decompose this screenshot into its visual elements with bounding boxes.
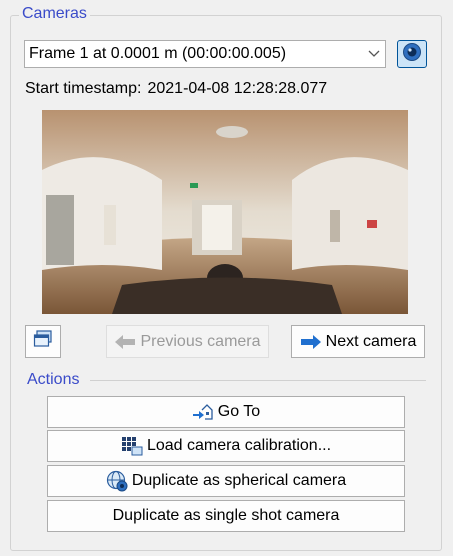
open-window-button[interactable] xyxy=(25,325,61,358)
duplicate-single-shot-button[interactable]: Duplicate as single shot camera xyxy=(47,500,405,532)
duplicate-single-shot-label: Duplicate as single shot camera xyxy=(112,507,340,524)
next-camera-label: Next camera xyxy=(325,332,417,350)
start-timestamp-label: Start timestamp: xyxy=(25,80,142,97)
actions-section-title: Actions xyxy=(27,371,80,388)
arrow-right-icon xyxy=(300,334,322,350)
go-to-camera-icon xyxy=(192,402,214,422)
camera-preview-image xyxy=(42,110,408,314)
chevron-down-icon xyxy=(363,41,385,67)
cameras-group-title: Cameras xyxy=(19,5,90,23)
arrow-left-icon xyxy=(114,334,136,350)
duplicate-spherical-button[interactable]: Duplicate as spherical camera xyxy=(47,465,405,497)
calibration-grid-icon xyxy=(121,436,143,456)
frame-select[interactable]: Frame 1 at 0.0001 m (00:00:00.005) xyxy=(24,40,386,68)
load-camera-calibration-label: Load camera calibration... xyxy=(146,437,332,454)
frame-select-value: Frame 1 at 0.0001 m (00:00:00.005) xyxy=(29,45,287,62)
go-to-label: Go To xyxy=(217,403,261,420)
go-to-button[interactable]: Go To xyxy=(47,396,405,428)
previous-camera-label: Previous camera xyxy=(140,332,261,350)
start-timestamp: Start timestamp: 2021-04-08 12:28:28.077 xyxy=(25,80,327,98)
duplicate-spherical-label: Duplicate as spherical camera xyxy=(131,472,347,489)
previous-camera-button[interactable]: Previous camera xyxy=(106,325,269,358)
actions-divider xyxy=(90,380,426,381)
start-timestamp-value: 2021-04-08 12:28:28.077 xyxy=(147,80,328,97)
view-camera-button[interactable] xyxy=(397,40,427,68)
next-camera-button[interactable]: Next camera xyxy=(291,325,425,358)
load-camera-calibration-button[interactable]: Load camera calibration... xyxy=(47,430,405,462)
camera-lens-icon xyxy=(402,42,422,67)
window-icon xyxy=(33,330,53,353)
globe-camera-icon xyxy=(106,470,128,492)
